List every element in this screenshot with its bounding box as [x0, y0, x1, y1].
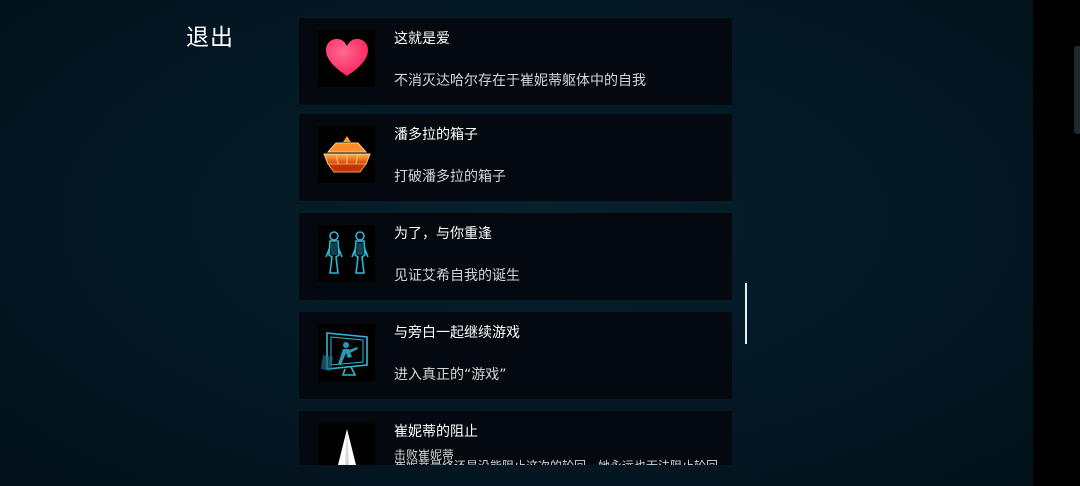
- achievement-title: 崔妮蒂的阻止: [394, 424, 478, 440]
- achievement-card[interactable]: 这就是爱 不消灭达哈尔存在于崔妮蒂躯体中的自我: [299, 18, 732, 105]
- monitor-figure-icon: [318, 324, 375, 381]
- heart-icon: [318, 30, 375, 87]
- achievement-card[interactable]: 与旁白一起继续游戏 进入真正的“游戏”: [299, 312, 732, 399]
- achievement-title: 为了，与你重逢: [394, 226, 492, 242]
- achievement-title: 与旁白一起继续游戏: [394, 325, 520, 341]
- twin-figures-icon: [318, 225, 375, 282]
- achievement-desc: 不消灭达哈尔存在于崔妮蒂躯体中的自我: [394, 73, 646, 89]
- exit-button[interactable]: 退出: [176, 18, 244, 58]
- side-panel: [1033, 0, 1080, 486]
- achievement-title: 这就是爱: [394, 31, 450, 47]
- achievement-screen: 退出 这就是爱 不消灭达哈尔存在于崔妮蒂躯体中的自我 潘多拉的箱子 打破潘多拉的…: [0, 0, 1080, 486]
- achievement-desc: 打破潘多拉的箱子: [394, 169, 506, 185]
- spire-icon: [318, 423, 375, 465]
- achievement-card[interactable]: 潘多拉的箱子 打破潘多拉的箱子: [299, 114, 732, 201]
- achievement-card[interactable]: 为了，与你重逢 见证艾希自我的诞生: [299, 213, 732, 300]
- achievement-desc-extra: 崔妮蒂最终还是没能阻止这次的轮回，她永远也无法阻止轮回: [394, 457, 718, 465]
- achievement-title: 潘多拉的箱子: [394, 127, 478, 143]
- achievement-desc: 见证艾希自我的诞生: [394, 268, 520, 284]
- achievement-desc: 进入真正的“游戏”: [394, 367, 507, 383]
- side-panel-handle[interactable]: [1074, 46, 1080, 134]
- achievement-list[interactable]: 这就是爱 不消灭达哈尔存在于崔妮蒂躯体中的自我 潘多拉的箱子 打破潘多拉的箱子 …: [299, 18, 733, 465]
- achievement-card[interactable]: 崔妮蒂的阻止 击败崔妮蒂 崔妮蒂最终还是没能阻止这次的轮回，她永远也无法阻止轮回: [299, 411, 732, 465]
- scrollbar-thumb[interactable]: [745, 283, 747, 344]
- pandora-box-icon: [318, 126, 375, 183]
